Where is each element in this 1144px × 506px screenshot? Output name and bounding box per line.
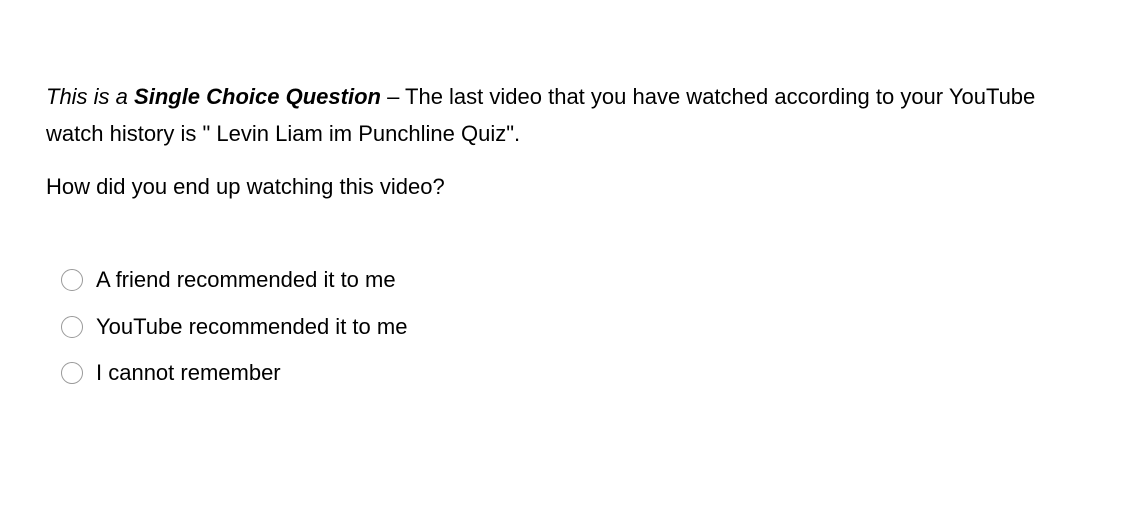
question-intro: This is a Single Choice Question – The l…: [46, 78, 1046, 152]
option-friend-recommended[interactable]: A friend recommended it to me: [61, 263, 407, 297]
radio-button[interactable]: [61, 269, 83, 291]
option-youtube-recommended[interactable]: YouTube recommended it to me: [61, 310, 407, 344]
question-type-label: Single Choice Question: [134, 84, 381, 109]
option-label: I cannot remember: [96, 360, 281, 385]
radio-button[interactable]: [61, 362, 83, 384]
question-prompt: How did you end up watching this video?: [46, 174, 445, 199]
option-label: A friend recommended it to me: [96, 267, 396, 292]
option-cannot-remember[interactable]: I cannot remember: [61, 356, 407, 390]
answer-options: A friend recommended it to me YouTube re…: [61, 263, 407, 403]
question-type-lead: This is a: [46, 84, 135, 109]
option-label: YouTube recommended it to me: [96, 313, 408, 339]
radio-button[interactable]: [61, 315, 83, 338]
question-block: This is a Single Choice Question – The l…: [46, 78, 1046, 201]
